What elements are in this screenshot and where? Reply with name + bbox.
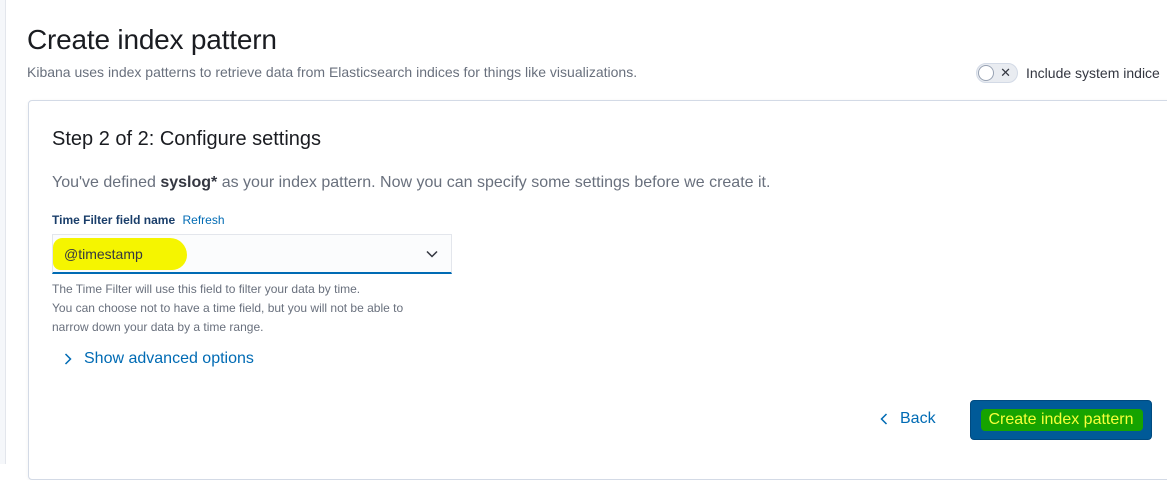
time-filter-value: @timestamp	[64, 246, 143, 262]
time-filter-select[interactable]: @timestamp	[52, 234, 452, 274]
page-description: Kibana uses index patterns to retrieve d…	[27, 64, 638, 80]
chevron-down-icon	[426, 250, 438, 258]
chevron-left-icon	[880, 413, 888, 425]
help-line-3: narrow down your data by a time range.	[52, 320, 264, 334]
time-filter-label: Time Filter field name Refresh	[52, 213, 225, 227]
step-title: Step 2 of 2: Configure settings	[52, 128, 322, 150]
create-index-pattern-button[interactable]: Create index pattern	[970, 400, 1152, 440]
x-icon: ✕	[1000, 65, 1011, 80]
left-edge-rule	[0, 0, 6, 464]
time-filter-label-text: Time Filter field name	[52, 213, 176, 227]
help-line-2: You can choose not to have a time field,…	[52, 301, 404, 315]
show-advanced-options-button[interactable]: Show advanced options	[62, 350, 254, 368]
toggle-knob	[978, 65, 994, 81]
step-desc-prefix: You've defined	[52, 174, 161, 191]
refresh-link[interactable]: Refresh	[183, 213, 225, 227]
back-button[interactable]: Back	[878, 410, 936, 428]
page-title: Create index pattern	[27, 24, 277, 55]
include-system-indices-toggle[interactable]: ✕ Include system indice	[976, 63, 1160, 83]
toggle-label: Include system indice	[1026, 65, 1160, 81]
chevron-right-icon	[64, 353, 72, 365]
step-desc-suffix: as your index pattern. Now you can speci…	[217, 174, 771, 191]
create-index-pattern-label: Create index pattern	[988, 411, 1134, 428]
index-pattern-name: syslog*	[160, 174, 218, 191]
help-line-1: The Time Filter will use this field to f…	[52, 282, 361, 296]
back-label: Back	[900, 410, 936, 427]
step-description: You've defined syslog* as your index pat…	[52, 174, 770, 192]
toggle-switch[interactable]: ✕	[976, 63, 1018, 83]
time-filter-help: The Time Filter will use this field to f…	[52, 280, 403, 337]
show-advanced-options-label: Show advanced options	[84, 350, 254, 367]
